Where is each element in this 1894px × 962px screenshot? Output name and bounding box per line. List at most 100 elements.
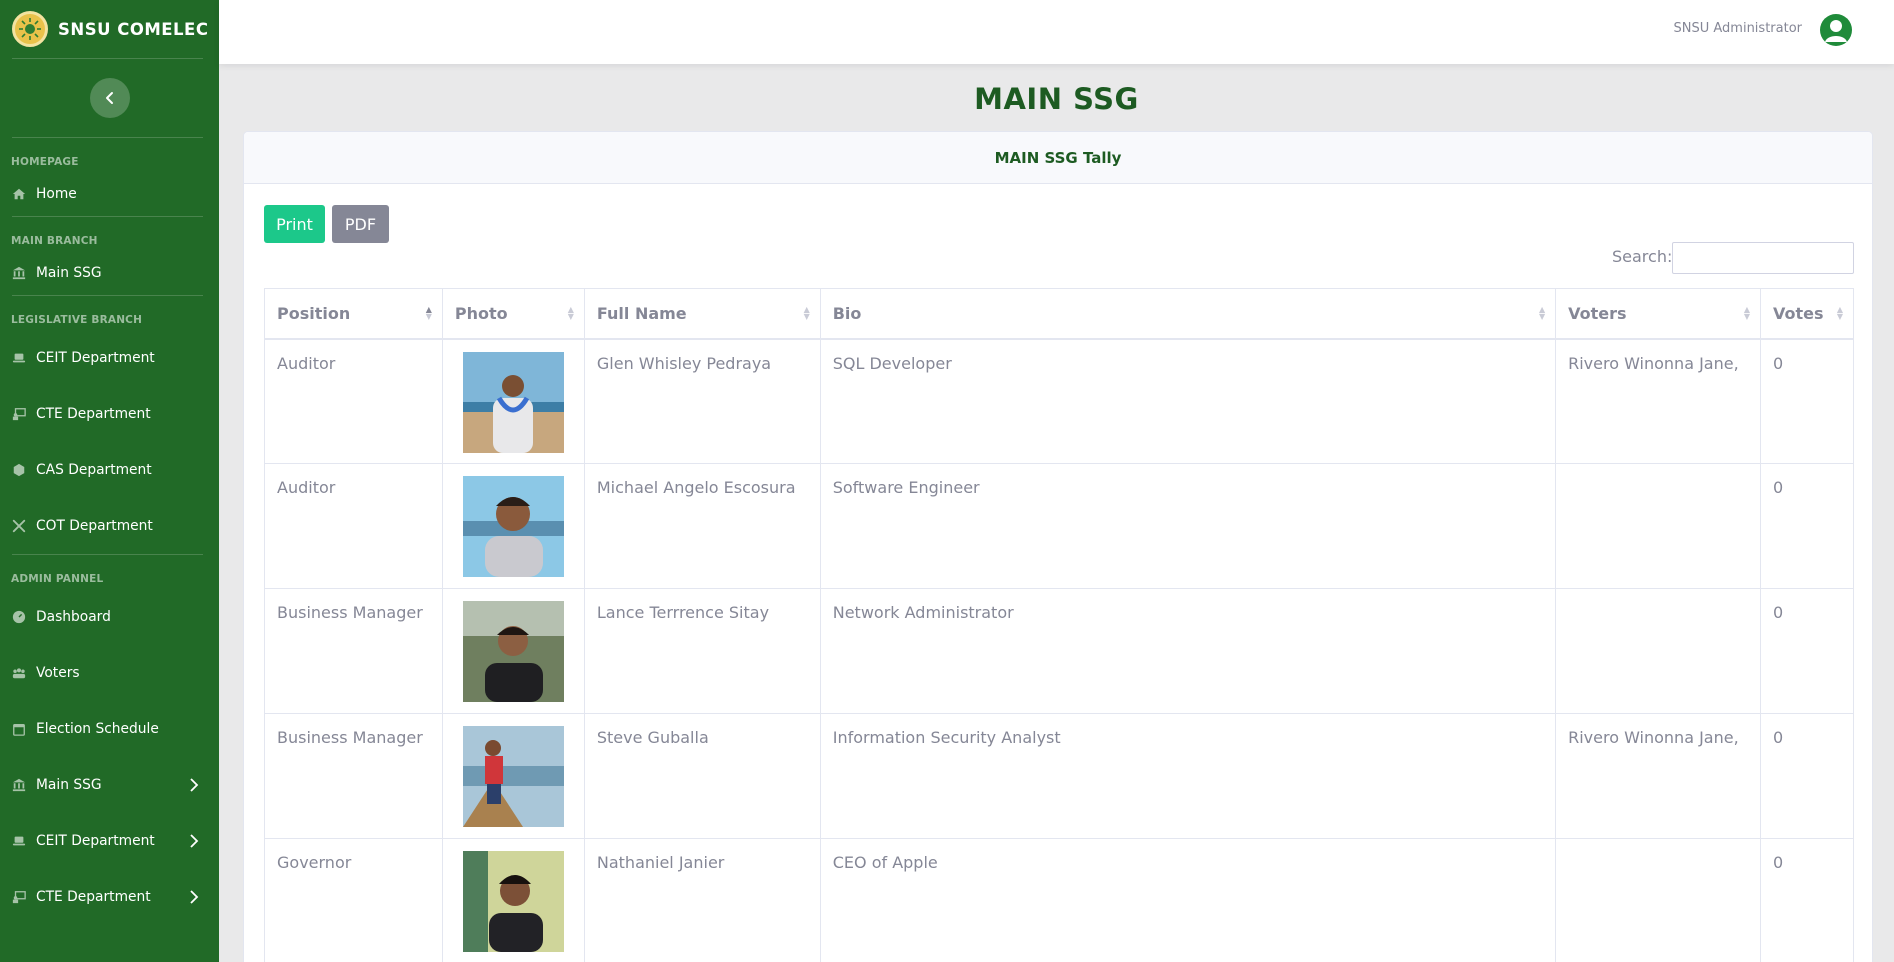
- tally-card: MAIN SSG Tally Print PDF Search: Positio…: [243, 131, 1873, 962]
- cell-photo: [441, 463, 585, 589]
- sidebar-item-label: Home: [36, 186, 77, 202]
- cell-votes: 0: [1759, 463, 1855, 589]
- column-label: Bio: [832, 303, 862, 323]
- cell-votes: 0: [1759, 588, 1855, 714]
- cell-bio: SQL Developer: [819, 338, 1557, 464]
- sidebar-item-label: Election Schedule: [36, 721, 159, 737]
- cell-position: Governor: [264, 838, 443, 962]
- page-title: MAIN SSG: [974, 82, 1139, 116]
- brand[interactable]: SNSU COMELEC: [0, 0, 219, 58]
- sidebar-item-main-ssg-submenu[interactable]: Main SSG: [0, 757, 219, 813]
- cell-position: Auditor: [264, 463, 443, 589]
- cell-voters: Rivero Winonna Jane,: [1555, 338, 1761, 464]
- sidebar-item-cte-department-submenu[interactable]: CTE Department: [0, 869, 219, 925]
- chevron-left-icon: [105, 92, 113, 104]
- cell-full-name: Steve Guballa: [583, 713, 821, 839]
- user-name[interactable]: SNSU Administrator: [1674, 21, 1803, 36]
- sidebar-item-label: Dashboard: [36, 609, 111, 625]
- chalkboard-teacher-icon: [11, 889, 27, 905]
- sidebar-item-cot-department[interactable]: COT Department: [0, 498, 219, 554]
- cell-bio: CEO of Apple: [819, 838, 1557, 962]
- sidebar-item-home[interactable]: Home: [0, 172, 219, 216]
- candidate-photo: [462, 726, 564, 827]
- topbar: SNSU Administrator: [219, 0, 1894, 64]
- table-row: Business Manager Lance Terrrence Sitay N…: [264, 588, 1855, 714]
- sidebar-toggle-button[interactable]: [89, 78, 130, 118]
- cell-voters: [1555, 463, 1761, 589]
- cell-position: Business Manager: [264, 588, 443, 714]
- column-header-position[interactable]: Position ▲ ▼: [264, 288, 443, 340]
- cell-voters: [1555, 588, 1761, 714]
- search-input[interactable]: [1672, 242, 1854, 274]
- column-header-full-name[interactable]: Full Name ▲ ▼: [583, 288, 821, 340]
- sidebar-heading-main-branch: MAIN BRANCH: [11, 235, 98, 247]
- sort-icon: ▲ ▼: [1743, 305, 1750, 321]
- column-label: Photo: [454, 303, 508, 323]
- sidebar-item-ceit-department-submenu[interactable]: CEIT Department: [0, 813, 219, 869]
- sidebar-item-label: Main SSG: [36, 777, 102, 793]
- column-label: Votes: [1772, 303, 1824, 323]
- sidebar-item-dashboard[interactable]: Dashboard: [0, 589, 219, 645]
- pdf-button[interactable]: PDF: [332, 205, 389, 243]
- tally-table: Position ▲ ▼ Photo ▲ ▼ Full Name ▲ ▼ Bio ▲ ▼ Vot…: [264, 288, 1855, 962]
- sidebar-item-election-schedule[interactable]: Election Schedule: [0, 701, 219, 757]
- sidebar-item-label: CTE Department: [36, 406, 151, 422]
- cell-full-name: Lance Terrrence Sitay: [583, 588, 821, 714]
- sort-icon: ▲ ▼: [803, 305, 810, 321]
- brand-name: SNSU COMELEC: [58, 19, 209, 39]
- laptop-icon: [11, 350, 27, 366]
- column-label: Position: [277, 303, 351, 323]
- cell-votes: 0: [1759, 713, 1855, 839]
- cell-full-name: Michael Angelo Escosura: [583, 463, 821, 589]
- sort-icon: ▲ ▼: [567, 305, 574, 321]
- sidebar-item-label: COT Department: [36, 518, 153, 534]
- users-icon: [11, 665, 27, 681]
- column-header-votes[interactable]: Votes ▲ ▼: [1759, 288, 1855, 340]
- chevron-right-icon: [190, 834, 199, 848]
- search-label: Search:: [1612, 247, 1673, 266]
- column-header-photo[interactable]: Photo ▲ ▼: [441, 288, 585, 340]
- cell-full-name: Nathaniel Janier: [583, 838, 821, 962]
- candidate-photo: [462, 351, 564, 453]
- cell-bio: Network Administrator: [819, 588, 1557, 714]
- candidate-photo: [462, 601, 564, 702]
- calendar-icon: [11, 721, 27, 737]
- tools-icon: [11, 518, 27, 534]
- chalkboard-teacher-icon: [11, 406, 27, 422]
- sidebar-heading-admin-pannel: ADMIN PANNEL: [11, 573, 104, 585]
- sidebar-item-main-ssg[interactable]: Main SSG: [0, 251, 219, 295]
- sidebar-item-cas-department[interactable]: CAS Department: [0, 442, 219, 498]
- landmark-icon: [11, 777, 27, 793]
- cell-voters: [1555, 838, 1761, 962]
- column-header-bio[interactable]: Bio ▲ ▼: [819, 288, 1557, 340]
- cell-photo: [441, 713, 585, 839]
- table-header-row: Position ▲ ▼ Photo ▲ ▼ Full Name ▲ ▼ Bio ▲ ▼ Vot…: [264, 288, 1855, 340]
- sidebar-item-ceit-department[interactable]: CEIT Department: [0, 330, 219, 386]
- print-button[interactable]: Print: [264, 205, 325, 243]
- sidebar-item-label: Voters: [36, 665, 80, 681]
- column-label: Full Name: [596, 303, 687, 323]
- candidate-photo: [462, 476, 564, 577]
- sidebar-heading-legislative-branch: LEGISLATIVE BRANCH: [11, 314, 143, 326]
- sort-icon: ▲ ▼: [1538, 305, 1546, 321]
- landmark-icon: [11, 265, 27, 281]
- user-circle-icon[interactable]: [1820, 14, 1852, 46]
- column-header-voters[interactable]: Voters ▲ ▼: [1555, 288, 1761, 340]
- sidebar-item-voters[interactable]: Voters: [0, 645, 219, 701]
- sort-icon: ▲ ▼: [1836, 305, 1843, 321]
- cell-photo: [441, 588, 585, 714]
- candidate-photo: [462, 851, 564, 952]
- table-row: Governor Nathaniel Janier CEO of Apple 0: [264, 838, 1855, 962]
- table-row: Business Manager Steve Guballa Informati…: [264, 713, 1855, 839]
- tachometer-icon: [11, 609, 27, 625]
- cell-bio: Information Security Analyst: [819, 713, 1557, 839]
- cell-voters: Rivero Winonna Jane,: [1555, 713, 1761, 839]
- table-row: Auditor Michael Angelo Escosura Software…: [264, 463, 1855, 589]
- sidebar-item-cte-department[interactable]: CTE Department: [0, 386, 219, 442]
- sidebar-heading-homepage: HOMEPAGE: [11, 156, 79, 168]
- sidebar-item-label: CEIT Department: [36, 833, 155, 849]
- home-icon: [11, 186, 27, 202]
- cell-full-name: Glen Whisley Pedraya: [583, 338, 821, 464]
- chevron-right-icon: [190, 778, 199, 792]
- cell-bio: Software Engineer: [819, 463, 1557, 589]
